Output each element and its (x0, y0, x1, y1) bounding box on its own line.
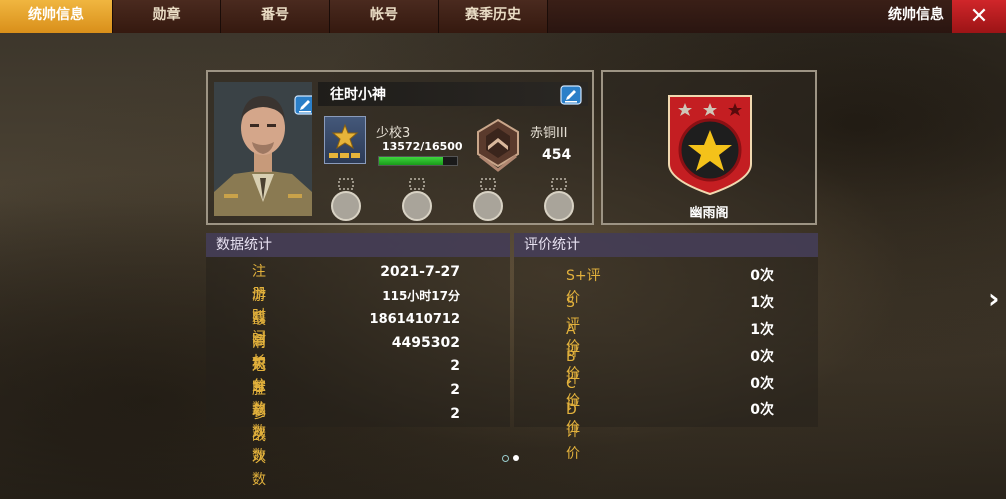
data-stats-panel: 数据统计 注册时间 2021-7-27 游戏时长 115小时17分 最高积分 1861… (206, 233, 510, 488)
guild-name: 幽雨阁 (689, 206, 729, 221)
rank-name: 少校3 (376, 126, 411, 141)
close-icon: ✕ (969, 4, 989, 29)
stat-value: 1861410712 (369, 312, 460, 327)
next-page-arrow-icon[interactable]: › (988, 282, 1000, 315)
tab-medals[interactable]: 勋章 (113, 0, 221, 33)
stat-value: 2021-7-27 (380, 264, 460, 280)
rating-stats-panel: 评价统计 S+评价 0次 S评价 1次 A评价 1次 B评价 0次 C评价 0次 D评价 0… (514, 233, 818, 462)
stat-value: 2 (450, 406, 460, 422)
data-stats-title: 数据统计 (206, 233, 510, 257)
tab-season-history[interactable]: 赛季历史 (439, 0, 548, 33)
guild-panel[interactable]: 幽雨阁 (601, 70, 817, 225)
stat-value: 2 (450, 358, 460, 374)
stat-value: 115小时17分 (382, 289, 460, 303)
medal-slot-empty-icon[interactable] (472, 178, 504, 222)
rating-label: D评价 (566, 402, 580, 462)
tier-score: 454 (542, 147, 572, 163)
rating-stats-title: 评价统计 (514, 233, 818, 257)
rating-value: 1次 (750, 322, 774, 338)
rating-value: 0次 (750, 349, 774, 365)
avatar[interactable] (214, 82, 312, 216)
page-dot-active[interactable] (513, 455, 519, 461)
edit-avatar-icon[interactable] (294, 95, 312, 115)
player-name: 往时小神 (330, 87, 386, 103)
tab-account[interactable]: 帐号 (330, 0, 439, 33)
xp-progress-bar (378, 156, 458, 166)
edit-name-icon[interactable] (560, 85, 582, 105)
medal-slot-empty-icon[interactable] (330, 178, 362, 222)
tier-bronze-icon[interactable] (470, 116, 526, 172)
medal-slot-empty-icon[interactable] (401, 178, 433, 222)
tab-unit-number[interactable]: 番号 (221, 0, 330, 33)
tab-commander-info[interactable]: 统帅信息 (0, 0, 113, 33)
stat-value: 4495302 (391, 335, 460, 351)
rank-xp-text: 13572/16500 (382, 140, 463, 153)
page-title: 统帅信息 (888, 7, 944, 23)
rating-value: 0次 (750, 268, 774, 284)
rating-value: 0次 (750, 402, 774, 418)
rating-value: 0次 (750, 376, 774, 392)
rating-value: 1次 (750, 295, 774, 311)
tier-name: 赤铜III (530, 126, 568, 141)
player-name-bar: 往时小神 (318, 82, 588, 106)
close-button[interactable]: ✕ (952, 0, 1006, 33)
guild-emblem-icon (667, 94, 753, 196)
profile-panel: 往时小神 少校3 13572/16500 赤铜III 454 (206, 70, 594, 225)
rank-insignia-icon[interactable] (324, 116, 366, 164)
stat-label: 参战次数 (252, 406, 266, 488)
top-tab-bar: 统帅信息 勋章 番号 帐号 赛季历史 统帅信息 ✕ (0, 0, 1006, 33)
medal-slot-empty-icon[interactable] (543, 178, 575, 222)
xp-progress-fill (379, 157, 444, 165)
page-dot[interactable] (502, 455, 509, 462)
stat-value: 2 (450, 382, 460, 398)
